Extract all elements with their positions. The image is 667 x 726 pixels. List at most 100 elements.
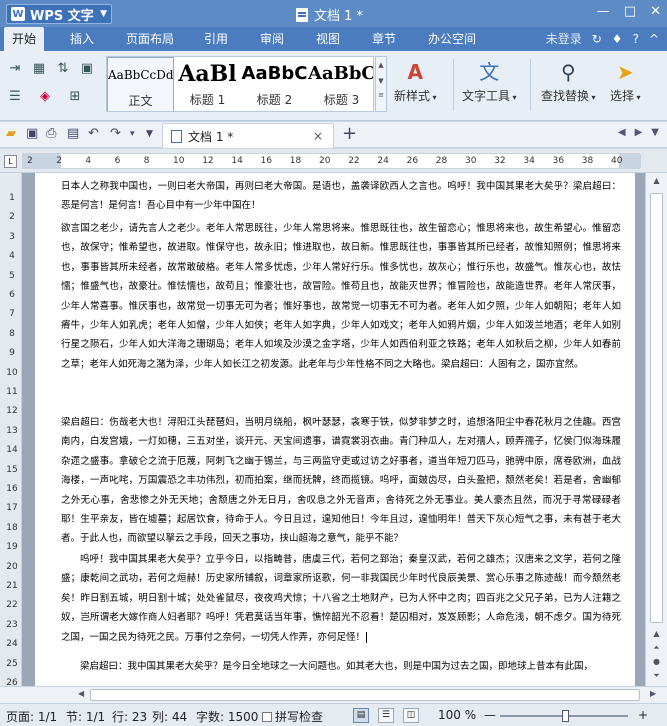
ruler-tick-label: 34 <box>523 156 535 166</box>
minimize-button[interactable]: — <box>597 4 610 19</box>
tab-next-icon[interactable]: ▶ <box>635 127 643 138</box>
text-tools-icon: 文 <box>479 60 500 84</box>
zoom-in-button[interactable]: + <box>638 708 648 722</box>
select-label: 选择 <box>610 89 635 103</box>
find-replace-label: 查找替换 <box>541 89 590 103</box>
ruler-tick-label: 23 <box>6 619 18 630</box>
scrollbar-thumb[interactable] <box>90 689 640 701</box>
web-view-button[interactable]: ◫ <box>403 708 419 723</box>
line-spacing-icon[interactable]: ☰ <box>6 89 24 105</box>
paragraph[interactable]: 欲言国之老少，请先言人之老少。老年人常思既往，少年人常思将来。惟思既往也，故生留… <box>61 219 621 374</box>
scroll-left-icon[interactable]: ◀ <box>78 689 84 698</box>
tab-page-layout[interactable]: 页面布局 <box>118 27 182 51</box>
scroll-right-icon[interactable]: ▶ <box>650 689 656 698</box>
outline-view-button[interactable]: ☰ <box>378 708 394 723</box>
tab-references[interactable]: 引用 <box>196 27 236 51</box>
sort-icon[interactable]: ⇅ <box>54 61 72 77</box>
ruler-tick-label: 20 <box>319 156 331 166</box>
grid-icon[interactable]: ⊞ <box>66 89 84 105</box>
ruler-track[interactable]: 2 2 4 6 8 10 12 14 16 18 20 22 24 26 28 30 32 34 36 38 40 <box>22 153 641 169</box>
page-indicator[interactable]: 页面: 1/1 <box>6 708 57 725</box>
tab-list-icon[interactable]: ▼ <box>146 129 153 139</box>
tab-insert[interactable]: 插入 <box>62 27 102 51</box>
spell-check-label: 拼写检查 <box>275 710 324 724</box>
ruler-tick-label: 12 <box>202 156 214 166</box>
paragraph[interactable]: 日本人之称我中国也，一则曰老大帝国，再则曰老大帝国。是语也，盖袭译欧西人之言也。… <box>61 177 621 216</box>
login-link[interactable]: 未登录 <box>546 27 582 51</box>
document-tab[interactable]: 文档 1 * × <box>162 123 334 148</box>
tab-menu-icon[interactable]: ▼ <box>651 127 659 138</box>
print-icon[interactable]: ⎙ <box>46 126 56 141</box>
tab-home[interactable]: 开始 <box>4 27 45 51</box>
style-gallery: AaBbCcDd 正文 AaBl 标题 1 AaBbC 标题 2 AaBbC 标… <box>106 56 374 112</box>
ruler-tick-label: 28 <box>435 156 448 166</box>
borders-icon[interactable]: ▣ <box>78 61 96 77</box>
select-browse-icon[interactable]: ● <box>646 657 667 666</box>
sync-icon[interactable]: ↻ <box>592 27 602 51</box>
binoculars-icon: ⚲ <box>560 60 576 84</box>
style-heading-1[interactable]: AaBl 标题 1 <box>174 57 241 111</box>
paragraph-with-cursor[interactable]: 呜呼！我中国其果老大矣乎？立乎今日，以指畴昔，唐虞三代，若何之郅治；秦皇汉武，若… <box>61 550 621 647</box>
select-button[interactable]: ➤ 选择 ▾ <box>610 57 641 104</box>
open-folder-icon[interactable]: ▰ <box>6 126 16 141</box>
tab-view[interactable]: 视图 <box>308 27 348 51</box>
document-page[interactable]: 日本人之称我中国也，一则曰老大帝国，再则曰老大帝国。是语也，盖袭译欧西人之言也。… <box>35 173 635 686</box>
customize-toolbar-icon[interactable]: ▾ <box>130 129 135 139</box>
collapse-ribbon-icon[interactable]: ^ <box>649 27 659 51</box>
scrollbar-thumb[interactable] <box>650 193 663 623</box>
close-button[interactable]: ✕ <box>650 4 661 19</box>
zoom-level[interactable]: 100 % <box>438 708 476 722</box>
find-replace-button[interactable]: ⚲ 查找替换 ▾ <box>541 57 596 104</box>
tab-stop-selector[interactable]: L <box>4 155 17 168</box>
vertical-scrollbar[interactable]: ▲ ▲ ⏶ ● ⏷ <box>645 173 667 686</box>
zoom-out-button[interactable]: — <box>484 708 496 722</box>
tab-chapter[interactable]: 章节 <box>364 27 404 51</box>
redo-icon[interactable]: ↷ <box>110 126 121 141</box>
title-bar: W WPS 文字 ▼ 文档 1 * — □ ✕ <box>0 0 667 27</box>
style-heading-2[interactable]: AaBbC 标题 2 <box>241 57 308 111</box>
indent-icon[interactable]: ⇥ <box>6 61 24 77</box>
divider <box>530 59 531 111</box>
style-gallery-scroller[interactable]: ▲ ▼ ≡ <box>375 56 387 112</box>
style-name: 正文 <box>128 94 153 108</box>
maximize-button[interactable]: □ <box>624 4 636 19</box>
table-icon[interactable]: ▦ <box>30 61 48 77</box>
tab-prev-icon[interactable]: ◀ <box>618 127 626 138</box>
paragraph[interactable]: 梁启超曰：伤哉老大也！浔阳江头琵琶妇，当明月绕船，枫叶瑟瑟，衾寒于铁，似梦非梦之… <box>61 413 621 549</box>
new-tab-button[interactable]: + <box>342 123 357 144</box>
ruler-tick-label: 18 <box>289 156 302 166</box>
paragraph[interactable]: 梁启超曰：我中国其果老大矣乎？是今日全地球之一大问题也。如其老大也，则是中国为过… <box>61 657 621 676</box>
page-view-button[interactable]: ▤ <box>353 708 369 723</box>
style-normal[interactable]: AaBbCcDd 正文 <box>107 57 174 111</box>
ruler-tick-label: 12 <box>6 406 18 417</box>
new-style-button[interactable]: A 新样式 ▾ <box>394 57 437 104</box>
tab-review[interactable]: 审阅 <box>252 27 292 51</box>
spell-check-toggle[interactable]: 拼写检查 <box>262 708 323 725</box>
skin-icon[interactable]: ♦ <box>612 27 623 51</box>
window-title: 文档 1 * <box>296 5 363 24</box>
save-icon[interactable]: ▣ <box>26 126 38 141</box>
next-page-icon[interactable]: ⏷ <box>646 671 667 681</box>
tab-nav: ◀ ▶ ▼ <box>618 127 659 138</box>
menu-right-area: 未登录 ↻ ♦ ? ^ <box>546 27 659 51</box>
wps-app-menu-button[interactable]: W WPS 文字 ▼ <box>6 4 112 24</box>
undo-icon[interactable]: ↶ <box>88 126 99 141</box>
text-tools-button[interactable]: 文 文字工具 ▾ <box>462 57 517 104</box>
text-cursor <box>366 631 368 643</box>
zoom-slider-thumb[interactable] <box>562 710 569 722</box>
tab-office-space[interactable]: 办公空间 <box>420 27 484 51</box>
paragraph-tools: ⇥ ▦ ⇅ ▣ ☰ ◈ ⊞ <box>2 55 102 115</box>
prev-page-icon[interactable]: ⏶ <box>646 643 667 653</box>
horizontal-scrollbar[interactable]: ◀ ▶ <box>0 686 667 703</box>
scroll-up-icon[interactable]: ▲ <box>646 629 667 638</box>
close-tab-icon[interactable]: × <box>313 129 323 143</box>
help-icon[interactable]: ? <box>633 27 639 51</box>
shading-icon[interactable]: ◈ <box>36 89 54 105</box>
ruler-tick-label: 38 <box>581 156 594 166</box>
scroll-up-icon[interactable]: ▲ <box>646 176 667 185</box>
style-heading-3[interactable]: AaBbC 标题 3 <box>308 57 373 111</box>
print-preview-icon[interactable]: ▤ <box>67 126 79 141</box>
word-count[interactable]: 字数: 1500 <box>196 708 258 725</box>
more-icon: ≡ <box>378 91 384 99</box>
ruler-tick-label: 7 <box>9 309 15 320</box>
